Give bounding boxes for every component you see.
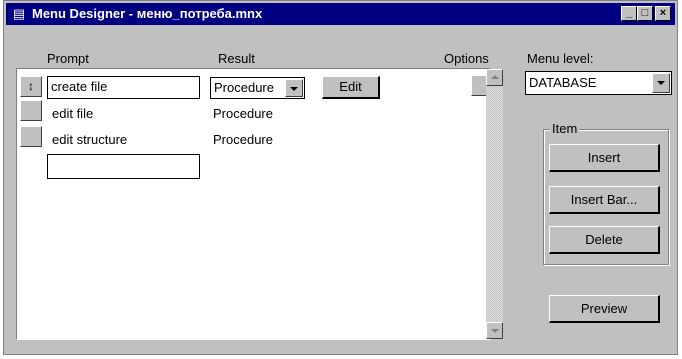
menu-items-list[interactable]: ↕ create file Procedure Edit edit file P… — [16, 68, 491, 340]
menu-designer-icon[interactable]: ▤ — [12, 6, 26, 22]
options-header: Options — [444, 51, 489, 66]
chevron-down-icon[interactable] — [652, 73, 670, 93]
result-select[interactable]: Procedure — [210, 77, 305, 99]
delete-button[interactable]: Delete — [549, 226, 660, 254]
chevron-down-icon[interactable] — [285, 79, 303, 97]
result-select-value: Procedure — [214, 80, 274, 95]
prompt-field[interactable]: create file — [47, 76, 200, 99]
move-arrows-icon: ↕ — [28, 79, 34, 93]
prompt-cell[interactable]: edit file — [52, 106, 93, 121]
result-header: Result — [218, 51, 255, 66]
result-cell[interactable]: Procedure — [213, 106, 273, 121]
close-icon: × — [659, 7, 667, 19]
minimize-icon: _ — [625, 7, 633, 19]
row-mover-button[interactable] — [20, 126, 42, 147]
prompt-field[interactable] — [47, 154, 200, 179]
maximize-icon: □ — [641, 7, 649, 19]
insert-bar-button[interactable]: Insert Bar... — [549, 186, 660, 214]
edit-button[interactable]: Edit — [322, 76, 380, 99]
list-scrollbar[interactable] — [486, 69, 503, 339]
minimize-button[interactable]: _ — [621, 6, 637, 21]
prompt-header: Prompt — [47, 51, 89, 66]
result-cell[interactable]: Procedure — [213, 132, 273, 147]
row-mover-button[interactable] — [20, 100, 42, 121]
close-button[interactable]: × — [655, 6, 671, 21]
preview-button[interactable]: Preview — [549, 295, 660, 323]
item-group-label: Item — [550, 121, 580, 136]
insert-button[interactable]: Insert — [549, 144, 660, 172]
maximize-button[interactable]: □ — [637, 6, 653, 21]
menu-designer-window: ▤ Menu Designer - меню_потреба.mnx _ □ ×… — [3, 0, 678, 355]
window-title: Menu Designer - меню_потреба.mnx — [32, 6, 263, 21]
menu-level-select[interactable]: DATABASE — [525, 71, 672, 95]
menu-level-value: DATABASE — [529, 75, 597, 90]
title-bar[interactable]: ▤ Menu Designer - меню_потреба.mnx _ □ × — [6, 3, 675, 25]
scroll-up-icon[interactable] — [486, 69, 503, 86]
row-mover-button[interactable]: ↕ — [20, 76, 42, 97]
scroll-down-icon[interactable] — [486, 322, 503, 339]
prompt-cell[interactable]: edit structure — [52, 132, 127, 147]
menu-level-label: Menu level: — [527, 51, 594, 66]
